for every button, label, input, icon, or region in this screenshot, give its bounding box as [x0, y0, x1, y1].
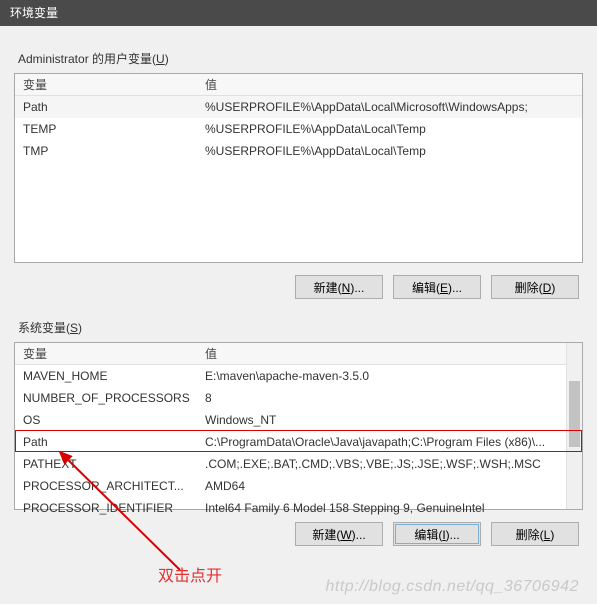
var-name: Path: [23, 435, 205, 449]
table-row[interactable]: Path%USERPROFILE%\AppData\Local\Microsof…: [15, 96, 582, 118]
sys-edit-button[interactable]: 编辑(I)...: [393, 522, 481, 546]
annotation-text: 双击点开: [158, 562, 222, 586]
var-name: PROCESSOR_ARCHITECT...: [23, 479, 205, 493]
var-value: %USERPROFILE%\AppData\Local\Temp: [205, 144, 574, 158]
col-header-value: 值: [205, 345, 574, 362]
var-name: MAVEN_HOME: [23, 369, 205, 383]
user-vars-header: 变量 值: [15, 74, 582, 96]
sys-delete-button[interactable]: 删除(L): [491, 522, 579, 546]
user-edit-button[interactable]: 编辑(E)...: [393, 275, 481, 299]
table-row[interactable]: NUMBER_OF_PROCESSORS8: [15, 387, 566, 409]
table-row[interactable]: OSWindows_NT: [15, 409, 566, 431]
user-vars-label: Administrator 的用户变量(U): [18, 50, 583, 67]
var-name: NUMBER_OF_PROCESSORS: [23, 391, 205, 405]
user-vars-list[interactable]: 变量 值 Path%USERPROFILE%\AppData\Local\Mic…: [14, 73, 583, 263]
watermark: http://blog.csdn.net/qq_36706942: [325, 578, 579, 596]
user-new-button[interactable]: 新建(N)...: [295, 275, 383, 299]
var-name: PATHEXT: [23, 457, 205, 471]
table-row[interactable]: MAVEN_HOMEE:\maven\apache-maven-3.5.0: [15, 365, 566, 387]
sys-new-button[interactable]: 新建(W)...: [295, 522, 383, 546]
var-value: .COM;.EXE;.BAT;.CMD;.VBS;.VBE;.JS;.JSE;.…: [205, 457, 558, 471]
user-delete-button[interactable]: 删除(D): [491, 275, 579, 299]
table-row[interactable]: PathC:\ProgramData\Oracle\Java\javapath;…: [15, 431, 566, 453]
var-value: E:\maven\apache-maven-3.5.0: [205, 369, 558, 383]
var-name: TMP: [23, 144, 205, 158]
user-vars-buttons: 新建(N)... 编辑(E)... 删除(D): [14, 263, 583, 307]
var-value: C:\ProgramData\Oracle\Java\javapath;C:\P…: [205, 435, 558, 449]
table-row[interactable]: PROCESSOR_IDENTIFIERIntel64 Family 6 Mod…: [15, 497, 566, 519]
var-name: OS: [23, 413, 205, 427]
var-value: %USERPROFILE%\AppData\Local\Temp: [205, 122, 574, 136]
sys-vars-header: 变量 值: [15, 343, 582, 365]
window-titlebar: 环境变量: [0, 0, 597, 26]
table-row[interactable]: TMP%USERPROFILE%\AppData\Local\Temp: [15, 140, 582, 162]
var-name: TEMP: [23, 122, 205, 136]
window-title: 环境变量: [10, 6, 58, 20]
col-header-name: 变量: [23, 345, 205, 362]
var-value: Intel64 Family 6 Model 158 Stepping 9, G…: [205, 501, 558, 515]
var-value: %USERPROFILE%\AppData\Local\Microsoft\Wi…: [205, 100, 574, 114]
scrollbar[interactable]: [566, 343, 582, 509]
system-vars-label: 系统变量(S): [18, 319, 583, 336]
col-header-value: 值: [205, 76, 574, 93]
var-value: AMD64: [205, 479, 558, 493]
var-name: Path: [23, 100, 205, 114]
col-header-name: 变量: [23, 76, 205, 93]
table-row[interactable]: PATHEXT.COM;.EXE;.BAT;.CMD;.VBS;.VBE;.JS…: [15, 453, 566, 475]
scrollbar-thumb[interactable]: [569, 381, 580, 447]
var-value: 8: [205, 391, 558, 405]
var-value: Windows_NT: [205, 413, 558, 427]
table-row[interactable]: TEMP%USERPROFILE%\AppData\Local\Temp: [15, 118, 582, 140]
table-row[interactable]: PROCESSOR_ARCHITECT...AMD64: [15, 475, 566, 497]
var-name: PROCESSOR_IDENTIFIER: [23, 501, 205, 515]
system-vars-list[interactable]: 变量 值 MAVEN_HOMEE:\maven\apache-maven-3.5…: [14, 342, 583, 510]
